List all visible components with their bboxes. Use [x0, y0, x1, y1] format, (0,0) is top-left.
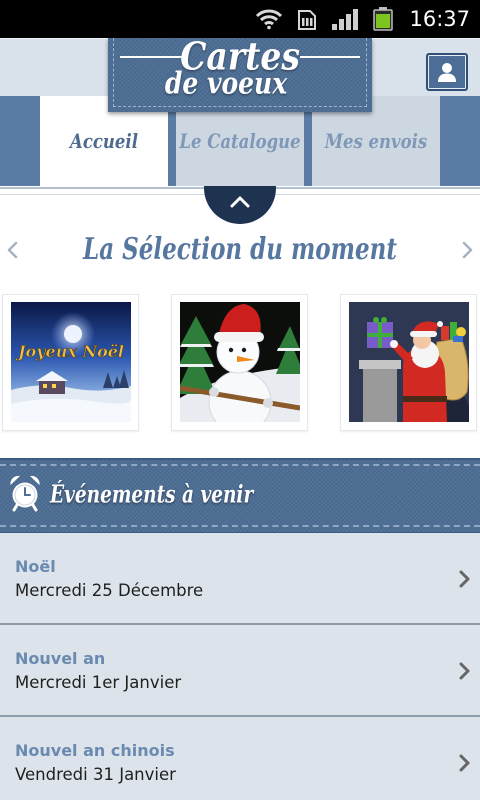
card-joyeux-noel[interactable]: Joyeux Noël [2, 294, 139, 431]
signal-icon [332, 9, 358, 30]
event-item-nouvel-an[interactable]: Nouvel an Mercredi 1er Janvier [0, 625, 480, 715]
chevron-up-icon [230, 196, 250, 208]
logo-title-bottom: de voeux [164, 66, 288, 101]
card-image-text: Joyeux Noël [15, 342, 124, 361]
chevron-right-icon [459, 662, 470, 680]
sim-data-icon [298, 10, 316, 30]
profile-button[interactable] [426, 53, 468, 91]
battery-icon [373, 7, 393, 31]
event-name: Nouvel an chinois [15, 741, 175, 760]
tab-label: Accueil [70, 129, 138, 153]
chevron-right-icon[interactable] [461, 240, 475, 260]
events-title: Événements à venir [50, 481, 254, 509]
selection-title: La Sélection du moment [83, 231, 397, 267]
tab-label: Mes envois [324, 129, 428, 153]
user-icon [438, 63, 456, 82]
event-name: Nouvel an [15, 649, 106, 668]
event-date: Mercredi 25 Décembre [15, 581, 204, 600]
chevron-right-icon [459, 754, 470, 772]
tab-label: Le Catalogue [179, 129, 301, 153]
alarm-clock-icon [10, 475, 40, 512]
chevron-right-icon [459, 570, 470, 588]
app-logo: Cartes de voeux [108, 34, 372, 112]
event-item-noel[interactable]: Noël Mercredi 25 Décembre [0, 533, 480, 623]
event-date: Mercredi 1er Janvier [15, 673, 182, 692]
event-date: Vendredi 31 Janvier [15, 765, 176, 784]
status-time: 16:37 [409, 7, 470, 31]
card-snowman[interactable] [171, 294, 308, 431]
card-image-snowman [180, 302, 300, 422]
chevron-left-icon[interactable] [5, 240, 19, 260]
event-item-nouvel-an-chinois[interactable]: Nouvel an chinois Vendredi 31 Janvier [0, 717, 480, 800]
card-santa-gifts[interactable] [340, 294, 477, 431]
event-name: Noël [15, 557, 56, 576]
card-image-night-village: Joyeux Noël [11, 302, 131, 422]
wifi-icon [255, 9, 283, 30]
card-image-santa [349, 302, 469, 422]
events-header: Événements à venir [0, 458, 480, 533]
status-bar: 16:37 [0, 0, 480, 38]
collapse-button[interactable] [204, 186, 276, 224]
